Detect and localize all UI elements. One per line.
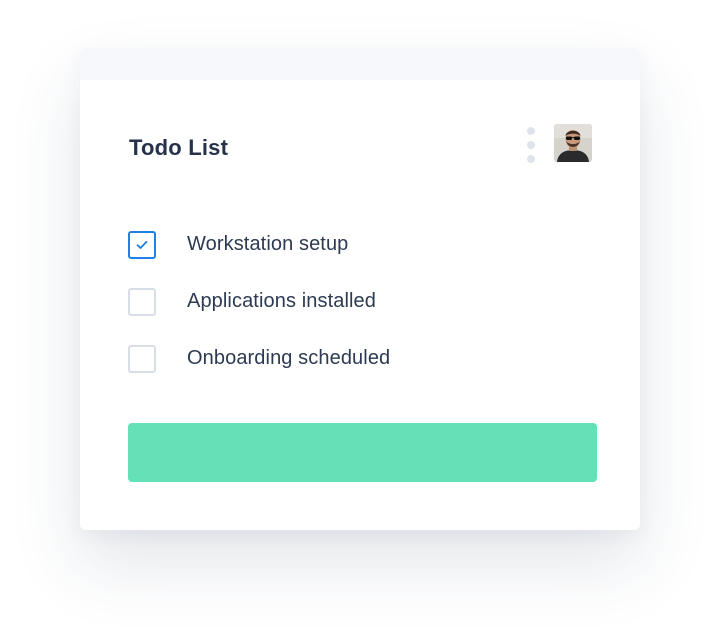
todo-item-label: Workstation setup <box>187 233 349 255</box>
page-background: Todo List Workstation setup Applications… <box>0 0 720 643</box>
todo-checkbox[interactable] <box>128 288 156 316</box>
avatar[interactable] <box>554 124 592 162</box>
avatar-image <box>554 124 592 162</box>
kebab-dot <box>527 141 535 149</box>
card-header-strip <box>80 48 640 80</box>
card-title: Todo List <box>129 135 229 160</box>
todo-card: Todo List Workstation setup Applications… <box>80 48 640 530</box>
kebab-dot <box>527 127 535 135</box>
more-options-icon[interactable] <box>525 127 537 163</box>
todo-item-label: Applications installed <box>187 290 376 312</box>
todo-checkbox[interactable] <box>128 345 156 373</box>
todo-checkbox-checked[interactable] <box>128 231 156 259</box>
todo-item-label: Onboarding scheduled <box>187 347 391 369</box>
kebab-dot <box>527 155 535 163</box>
submit-button[interactable] <box>128 423 597 482</box>
check-icon <box>136 240 148 249</box>
